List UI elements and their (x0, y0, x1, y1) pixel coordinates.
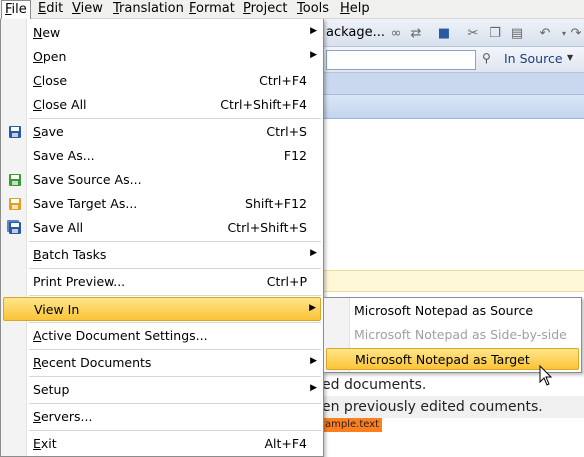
menu-item-new[interactable]: New ▶ (3, 21, 321, 45)
menu-separator (29, 268, 321, 269)
menu-item-shortcut: Alt+F4 (264, 436, 307, 451)
menu-item-print-preview[interactable]: Print Preview... Ctrl+P (3, 270, 321, 294)
chevron-down-icon[interactable]: ▼ (567, 53, 573, 62)
glasses-icon[interactable]: ∞ (388, 26, 404, 42)
menu-item-servers[interactable]: Servers... (3, 405, 321, 429)
menu-item-label: Servers... (33, 409, 93, 424)
menu-item-batch-tasks[interactable]: Batch Tasks ▶ (3, 243, 321, 267)
copy-icon[interactable]: ❐ (487, 26, 503, 42)
view-in-submenu: Microsoft Notepad as Source Microsoft No… (323, 297, 582, 373)
document-text-line: ed documents. (322, 377, 427, 393)
filter-icon[interactable]: ⚲ (482, 51, 498, 67)
package-button-label[interactable]: ackage... (326, 25, 385, 40)
menu-item-shortcut: Ctrl+S (266, 124, 307, 139)
menu-item-label: Save Source As... (33, 172, 142, 187)
menu-translation[interactable]: Translation (110, 0, 187, 19)
menu-help[interactable]: Help (337, 0, 373, 19)
submenu-arrow-icon: ▶ (310, 26, 317, 36)
menu-project[interactable]: Project (240, 0, 291, 19)
menu-separator (29, 241, 321, 242)
menu-item-label: Open (33, 49, 67, 64)
compare-icon[interactable]: ⇄ (408, 26, 424, 42)
redo-icon[interactable]: ↷ (568, 26, 584, 42)
menu-item-label: Exit (33, 436, 57, 451)
menu-view[interactable]: View (69, 0, 106, 19)
menu-item-label: Save (33, 124, 64, 139)
submenu-item-notepad-source[interactable]: Microsoft Notepad as Source (326, 300, 579, 322)
paste-icon[interactable]: ▤ (509, 26, 525, 42)
menu-item-label: Print Preview... (33, 274, 126, 289)
save-target-icon (7, 196, 23, 212)
menu-item-recent-documents[interactable]: Recent Documents ▶ (3, 351, 321, 375)
submenu-arrow-icon: ▶ (309, 303, 316, 313)
menu-item-label: Save Target As... (33, 196, 138, 211)
menu-file[interactable]: File (1, 0, 31, 20)
menu-format[interactable]: Format (186, 0, 238, 19)
submenu-arrow-icon: ▶ (310, 50, 317, 60)
menu-item-save-source-as[interactable]: Save Source As... (3, 168, 321, 192)
menu-item-close-all[interactable]: Close All Ctrl+Shift+F4 (3, 93, 321, 117)
cut-icon[interactable]: ✂ (465, 26, 481, 42)
menu-separator (29, 349, 321, 350)
menu-item-label: Save As... (33, 148, 95, 163)
menu-item-label: Save All (33, 220, 84, 235)
menu-item-close[interactable]: Close Ctrl+F4 (3, 69, 321, 93)
undo-icon[interactable]: ↶ (537, 26, 553, 42)
menu-item-label: Recent Documents (33, 355, 152, 370)
menu-item-label: Microsoft Notepad as Target (355, 352, 530, 367)
save-all-icon (7, 220, 23, 236)
menu-item-save-all[interactable]: Save All Ctrl+Shift+S (3, 216, 321, 240)
menu-item-label: New (33, 25, 61, 40)
menu-item-label: Close All (33, 97, 87, 112)
menu-tools[interactable]: Tools (294, 0, 332, 19)
menu-item-label: Batch Tasks (33, 247, 107, 262)
menu-item-shortcut: Ctrl+Shift+S (227, 220, 307, 235)
save-icon (7, 124, 23, 140)
menu-separator (29, 403, 321, 404)
document-text-line: en previously edited couments. (322, 399, 543, 415)
in-source-dropdown[interactable]: In Source (504, 51, 563, 66)
menu-item-label: Microsoft Notepad as Side-by-side (354, 327, 567, 342)
submenu-item-notepad-side-by-side: Microsoft Notepad as Side-by-side (326, 324, 579, 346)
menu-item-label: Active Document Settings... (33, 328, 208, 343)
mouse-cursor-icon (539, 365, 553, 386)
menu-item-shortcut: Ctrl+Shift+F4 (220, 97, 307, 112)
search-input[interactable] (326, 50, 476, 70)
menu-item-shortcut: Ctrl+P (266, 274, 307, 289)
menu-separator (29, 430, 321, 431)
file-menu: New ▶ Open ▶ Close Ctrl+F4 Close All Ctr… (0, 19, 324, 457)
menu-item-label: Close (33, 73, 68, 88)
save-source-icon (7, 172, 23, 188)
menu-separator (29, 295, 321, 296)
menu-item-save-target-as[interactable]: Save Target As... Shift+F12 (3, 192, 321, 216)
menu-item-label: Microsoft Notepad as Source (354, 303, 534, 318)
menu-separator (29, 376, 321, 377)
submenu-arrow-icon: ▶ (310, 248, 317, 258)
menu-item-exit[interactable]: Exit Alt+F4 (3, 432, 321, 456)
menu-item-setup[interactable]: Setup ▶ (3, 378, 321, 402)
menu-bar: File Edit View Translation Format Projec… (0, 0, 584, 20)
save-toolbar-icon[interactable]: ■ (436, 26, 452, 42)
menu-edit[interactable]: Edit (35, 0, 66, 19)
menu-separator (29, 322, 321, 323)
menu-item-label: Setup (33, 382, 70, 397)
submenu-arrow-icon: ▶ (310, 383, 317, 393)
menu-item-active-document-settings[interactable]: Active Document Settings... (3, 324, 321, 348)
menu-item-view-in[interactable]: View In ▶ (3, 297, 321, 321)
sample-tag: ample.text (322, 418, 383, 432)
menu-separator (29, 118, 321, 119)
menu-item-shortcut: Ctrl+F4 (259, 73, 307, 88)
submenu-arrow-icon: ▶ (310, 356, 317, 366)
menu-item-shortcut: F12 (283, 148, 307, 163)
menu-item-save[interactable]: Save Ctrl+S (3, 120, 321, 144)
menu-item-open[interactable]: Open ▶ (3, 45, 321, 69)
menu-item-label: View In (34, 302, 80, 317)
menu-item-shortcut: Shift+F12 (245, 196, 307, 211)
menu-item-save-as[interactable]: Save As... F12 (3, 144, 321, 168)
